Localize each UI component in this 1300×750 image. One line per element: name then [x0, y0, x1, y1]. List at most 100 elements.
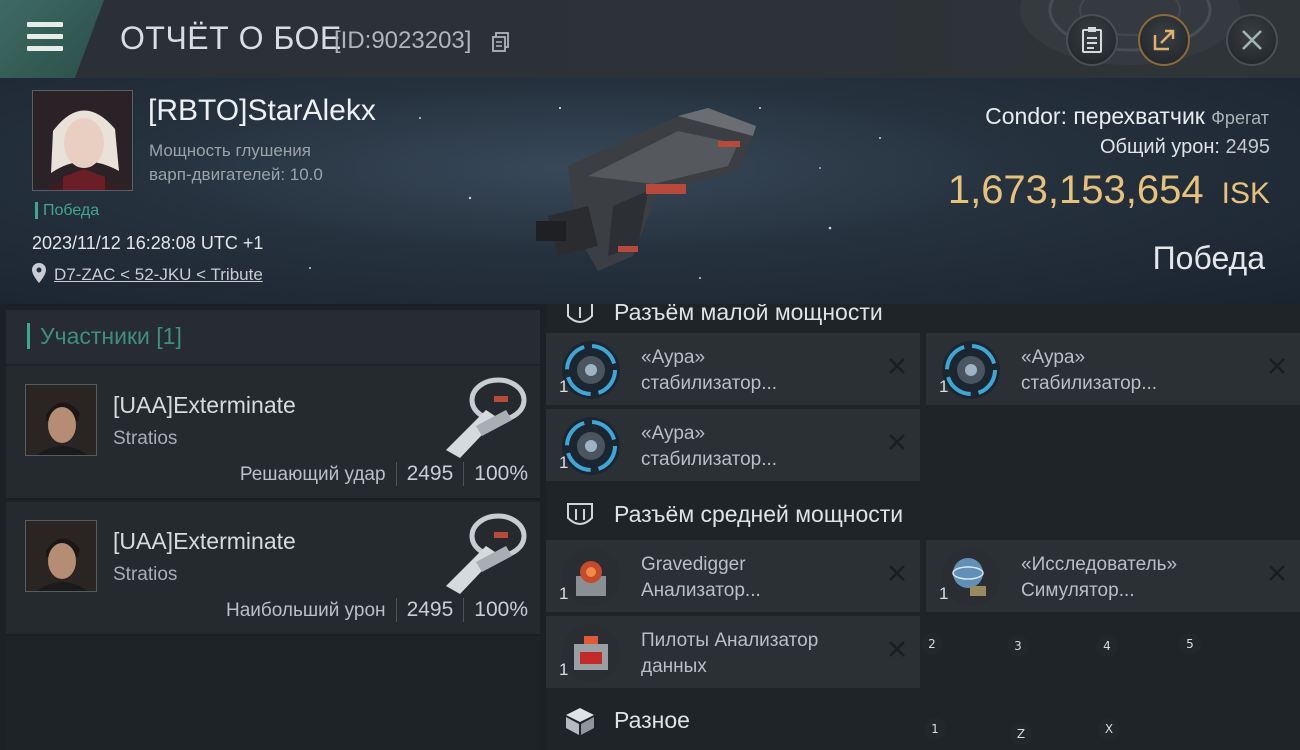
isk-value: 1,673,153,654 ISK	[948, 168, 1270, 213]
ship-class: Фрегат	[1211, 108, 1269, 128]
participants-title: Участники [1]	[40, 323, 182, 349]
participant-role: Решающий удар	[239, 464, 386, 485]
participant-percent: 100%	[474, 598, 528, 621]
section-label: Разъём малой мощности	[614, 304, 883, 325]
fitting-panel: Разъём малой мощности 1 «Аура» стабилиза…	[546, 304, 1300, 750]
location-link[interactable]: D7-ZAC < 52-JKU < Tribute	[54, 265, 263, 285]
remove-icon[interactable]	[886, 562, 908, 584]
module-name-line-2: стабилизатор...	[1021, 373, 1158, 394]
module-name-line-1: «Аура»	[641, 347, 706, 368]
share-button[interactable]	[1138, 14, 1190, 66]
module-name-line-2: данных	[641, 656, 707, 677]
copy-icon[interactable]	[492, 32, 510, 52]
pilot-attribute-line-2: варп-двигателей: 10.0	[149, 165, 323, 184]
top-bar: ОТЧЁТ О БОЕ [ID:9023203]	[0, 0, 1300, 78]
module-quantity: 1	[559, 453, 569, 472]
page-title: ОТЧЁТ О БОЕ	[120, 20, 342, 56]
stabilizer-module-icon	[562, 341, 620, 399]
isk-amount: 1,673,153,654	[947, 168, 1204, 212]
participants-header[interactable]: Участники [1]	[6, 310, 540, 364]
stat-separator	[463, 462, 465, 487]
participant-ship-image[interactable]	[436, 370, 532, 460]
remove-icon[interactable]	[1266, 562, 1288, 584]
stabilizer-module-icon	[942, 341, 1000, 399]
header-accent-bar	[27, 323, 30, 349]
module-name-line-1: Пилоты Анализатор	[641, 630, 819, 651]
stat-separator	[395, 598, 397, 623]
share-icon	[1153, 29, 1175, 51]
module-name-line-2: Симулятор...	[1021, 580, 1135, 601]
remove-icon[interactable]	[886, 638, 908, 660]
module-name-line-1: «Аура»	[641, 423, 706, 444]
participant-row[interactable]: [UAA]Exterminate Stratios Решающий удар 2…	[6, 366, 540, 500]
section-header-low-slot: Разъём малой мощности	[546, 304, 1300, 334]
key-hint[interactable]: 5	[1179, 633, 1201, 655]
location-pin-icon	[32, 263, 46, 283]
remove-icon[interactable]	[886, 431, 908, 453]
module-quantity: 1	[559, 377, 569, 396]
module-item[interactable]: 1 «Исследователь» Симулятор...	[926, 540, 1300, 612]
report-id: [ID:9023203]	[334, 27, 472, 54]
participant-stats: Наибольший урон 2495 100%	[225, 598, 528, 623]
pilot-attribute-line-1: Мощность глушения	[149, 141, 311, 160]
module-item[interactable]: 1 Пилоты Анализатор данных	[546, 616, 920, 688]
module-item[interactable]: 1 «Аура» стабилизатор...	[546, 409, 920, 481]
remove-icon[interactable]	[1266, 355, 1288, 377]
battle-timestamp: 2023/11/12 16:28:08 UTC +1	[32, 233, 264, 253]
module-quantity: 1	[939, 584, 949, 603]
victim-ship-image[interactable]	[528, 96, 778, 276]
module-item[interactable]: 1 «Аура» стабилизатор...	[926, 333, 1300, 405]
participant-name: [UAA]Exterminate	[113, 392, 296, 418]
close-icon	[1242, 30, 1262, 50]
total-damage: Общий урон: 2495	[1100, 136, 1270, 159]
participant-damage: 2495	[406, 462, 454, 485]
participant-avatar[interactable]	[25, 384, 97, 456]
participant-stats: Решающий удар 2495 100%	[239, 462, 528, 487]
pilot-name[interactable]: [RBTO]StarAlekx	[148, 94, 376, 128]
participant-percent: 100%	[474, 462, 528, 485]
ship-name-text: Condor: перехватчик	[985, 103, 1205, 129]
module-name-line-1: «Аура»	[1021, 347, 1086, 368]
participant-avatar[interactable]	[25, 520, 97, 592]
module-quantity: 1	[939, 377, 949, 396]
section-label: Разъём средней мощности	[614, 501, 904, 527]
stat-separator	[463, 598, 465, 623]
module-name-line-2: стабилизатор...	[641, 449, 778, 470]
total-damage-value: 2495	[1225, 136, 1271, 158]
mid-slot-icon	[567, 503, 593, 525]
section-header-mid-slot: Разъём средней мощности	[546, 492, 1300, 536]
analyzer-module-icon	[562, 548, 620, 606]
ship-name[interactable]: Condor: перехватчик Фрегат	[985, 103, 1269, 130]
remove-icon[interactable]	[886, 355, 908, 377]
clipboard-icon	[1082, 27, 1102, 53]
key-hint[interactable]: 2	[921, 633, 943, 655]
menu-button[interactable]	[0, 0, 104, 78]
participant-ship-image[interactable]	[436, 506, 532, 596]
battle-outcome: Победа	[1152, 240, 1265, 276]
cube-icon	[566, 708, 594, 735]
module-item[interactable]: 1 Gravedigger Анализатор...	[546, 540, 920, 612]
key-hint[interactable]: 4	[1096, 635, 1118, 657]
module-name-line-1: Gravedigger	[641, 554, 746, 575]
participant-role: Наибольший урон	[225, 600, 386, 621]
key-hint[interactable]: X	[1098, 718, 1120, 740]
pilot-avatar[interactable]	[32, 90, 133, 191]
module-item[interactable]: 1 «Аура» стабилизатор...	[546, 333, 920, 405]
key-hint[interactable]: Z	[1010, 723, 1032, 745]
isk-unit: ISK	[1221, 177, 1270, 210]
stabilizer-module-icon	[562, 417, 620, 475]
module-name-line-1: «Исследователь»	[1021, 554, 1178, 575]
total-damage-label: Общий урон:	[1099, 136, 1220, 158]
result-tag: Победа	[35, 202, 99, 219]
section-header-misc: Разное	[546, 698, 1300, 742]
participant-row[interactable]: [UAA]Exterminate Stratios Наибольший уро…	[6, 502, 540, 636]
key-hint[interactable]: 3	[1007, 635, 1029, 657]
section-label: Разное	[614, 707, 690, 733]
module-quantity: 1	[559, 584, 569, 603]
simulator-module-icon	[942, 548, 1000, 606]
close-button[interactable]	[1226, 14, 1278, 66]
key-hint[interactable]: 1	[924, 718, 946, 740]
participants-panel: Участники [1] [UAA]Exterminate Stratios …	[6, 310, 540, 750]
report-button[interactable]	[1066, 14, 1118, 66]
participant-ship: Stratios	[113, 428, 178, 449]
